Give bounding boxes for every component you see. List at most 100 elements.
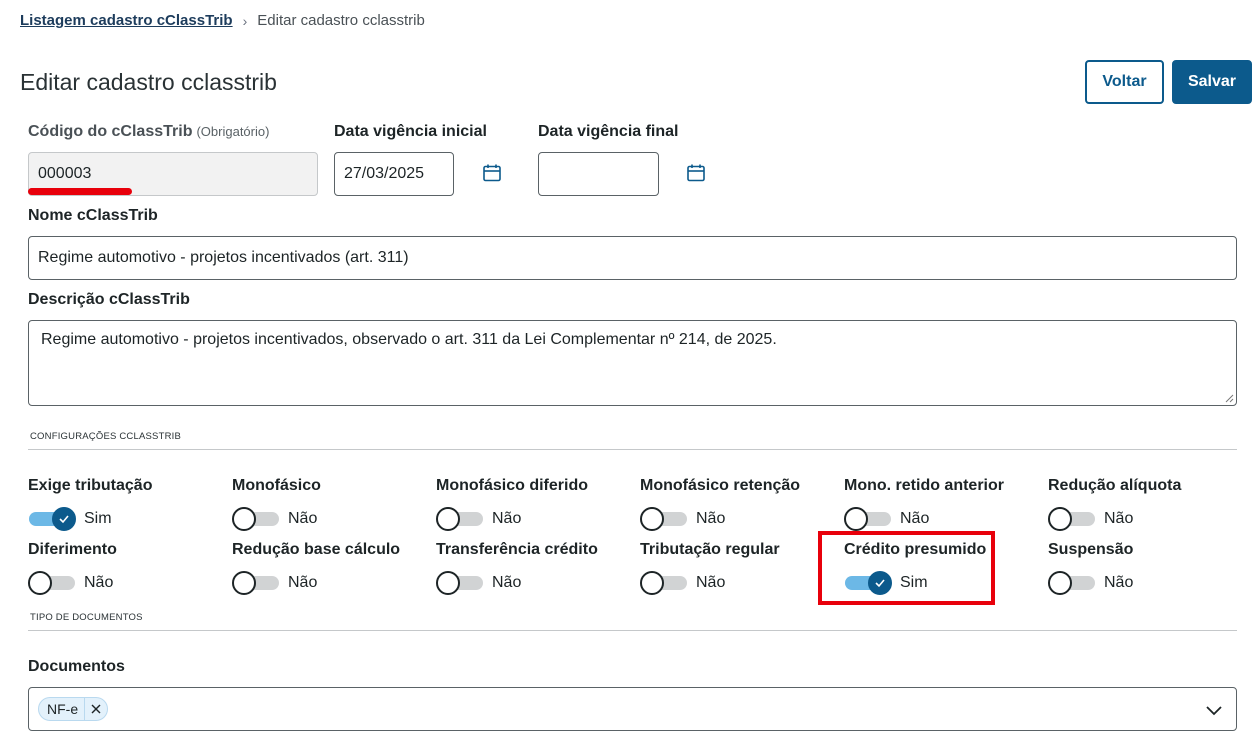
codigo-label-text: Código do cClassTrib (28, 123, 193, 140)
switch-knob (1048, 571, 1072, 595)
chevron-right-icon: › (242, 12, 248, 29)
save-button[interactable]: Salvar (1172, 60, 1252, 104)
data-final-label: Data vigência final (538, 123, 679, 140)
breadcrumb: Listagem cadastro cClassTrib › Editar ca… (20, 12, 425, 29)
data-inicial-label: Data vigência inicial (334, 123, 487, 140)
switch-knob (436, 507, 460, 531)
switch-item: Redução alíquota Não (1048, 477, 1248, 531)
annotation-highlight-box (818, 531, 995, 605)
switch-state-text: Não (84, 574, 114, 591)
switch-label: Exige tributação (28, 477, 153, 494)
resize-grip-icon[interactable] (1224, 393, 1234, 403)
switch-label: Monofásico diferido (436, 477, 588, 494)
switch-state-text: Não (288, 510, 318, 527)
documentos-label: Documentos (28, 658, 125, 675)
switch-item: Monofásico diferido Não (436, 477, 636, 531)
switch-label: Redução base cálculo (232, 541, 401, 558)
data-inicial-input[interactable]: 27/03/2025 (334, 152, 454, 196)
switch-knob (52, 507, 76, 531)
switch-knob (436, 571, 460, 595)
switch-knob (640, 507, 664, 531)
breadcrumb-current: Editar cadastro cclasstrib (257, 12, 425, 29)
switch-item: Redução base cálculo Não (232, 541, 432, 595)
switch-state-text: Não (1104, 574, 1134, 591)
annotation-underline (28, 188, 132, 195)
descricao-textarea[interactable]: Regime automotivo - projetos incentivado… (28, 320, 1237, 406)
switch-state-text: Não (696, 574, 726, 591)
switch-knob (844, 507, 868, 531)
switch-state-text: Não (696, 510, 726, 527)
nome-input[interactable]: Regime automotivo - projetos incentivado… (28, 236, 1237, 280)
config-divider (28, 449, 1237, 450)
descricao-text: Regime automotivo - projetos incentivado… (41, 331, 777, 348)
data-final-input[interactable] (538, 152, 659, 196)
toggle-switch[interactable] (436, 507, 484, 531)
switch-knob (640, 571, 664, 595)
chip-nfe: NF-e (38, 697, 109, 721)
toggle-switch[interactable] (436, 571, 484, 595)
switch-row: Não (436, 507, 636, 531)
switch-state-text: Não (492, 510, 522, 527)
nome-label: Nome cClassTrib (28, 207, 158, 224)
chevron-down-icon[interactable] (1204, 700, 1224, 720)
switch-row: Não (640, 507, 840, 531)
switch-label: Tributação regular (640, 541, 780, 558)
switch-item: Monofásico Não (232, 477, 432, 531)
toggle-switch[interactable] (232, 571, 280, 595)
config-section-title: CONFIGURAÇÕES CCLASSTRIB (30, 431, 182, 442)
calendar-icon[interactable] (482, 163, 502, 183)
switch-item: Mono. retido anterior Não (844, 477, 1044, 531)
switch-row: Sim (28, 507, 228, 531)
switch-label: Suspensão (1048, 541, 1134, 558)
switch-item: Monofásico retenção Não (640, 477, 840, 531)
switch-row: Não (232, 507, 432, 531)
calendar-icon[interactable] (686, 163, 706, 183)
switch-row: Não (1048, 571, 1248, 595)
switch-state-text: Não (288, 574, 318, 591)
back-button[interactable]: Voltar (1085, 60, 1164, 104)
toggle-switch[interactable] (232, 507, 280, 531)
docs-divider (28, 630, 1237, 631)
switch-label: Transferência crédito (436, 541, 598, 558)
switch-row: Não (436, 571, 636, 595)
check-icon (59, 515, 69, 524)
switch-item: Diferimento Não (28, 541, 228, 595)
close-icon[interactable] (85, 698, 107, 720)
switch-state-text: Não (900, 510, 930, 527)
switch-label: Redução alíquota (1048, 477, 1182, 494)
switch-state-text: Não (1104, 510, 1134, 527)
toggle-switch[interactable] (28, 571, 76, 595)
toggle-switch[interactable] (1048, 571, 1096, 595)
toggle-switch[interactable] (28, 507, 76, 531)
switch-state-text: Sim (84, 510, 112, 527)
chip-label: NF-e (47, 701, 79, 717)
switch-knob (1048, 507, 1072, 531)
switch-row: Não (28, 571, 228, 595)
switch-label: Diferimento (28, 541, 117, 558)
documentos-select[interactable]: NF-e (28, 687, 1237, 731)
switch-item: Exige tributação Sim (28, 477, 228, 531)
switch-item: Transferência crédito Não (436, 541, 636, 595)
descricao-label: Descrição cClassTrib (28, 291, 190, 308)
switch-knob (28, 571, 52, 595)
switch-row: Não (232, 571, 432, 595)
switch-item: Tributação regular Não (640, 541, 840, 595)
switch-row: Não (640, 571, 840, 595)
breadcrumb-link-listagem[interactable]: Listagem cadastro cClassTrib (20, 12, 233, 29)
switch-state-text: Não (492, 574, 522, 591)
toggle-switch[interactable] (844, 507, 892, 531)
switch-row: Não (844, 507, 1044, 531)
toggle-switch[interactable] (1048, 507, 1096, 531)
switch-row: Não (1048, 507, 1248, 531)
docs-section-title: TIPO DE DOCUMENTOS (30, 612, 143, 623)
switch-knob (232, 571, 256, 595)
switch-label: Monofásico (232, 477, 321, 494)
toggle-switch[interactable] (640, 507, 688, 531)
toggle-switch[interactable] (640, 571, 688, 595)
switch-label: Mono. retido anterior (844, 477, 1004, 494)
switch-item: Suspensão Não (1048, 541, 1248, 595)
codigo-label: Código do cClassTrib (Obrigatório) (28, 123, 269, 141)
codigo-required-hint: (Obrigatório) (196, 124, 270, 139)
switch-label: Monofásico retenção (640, 477, 801, 494)
switch-knob (232, 507, 256, 531)
